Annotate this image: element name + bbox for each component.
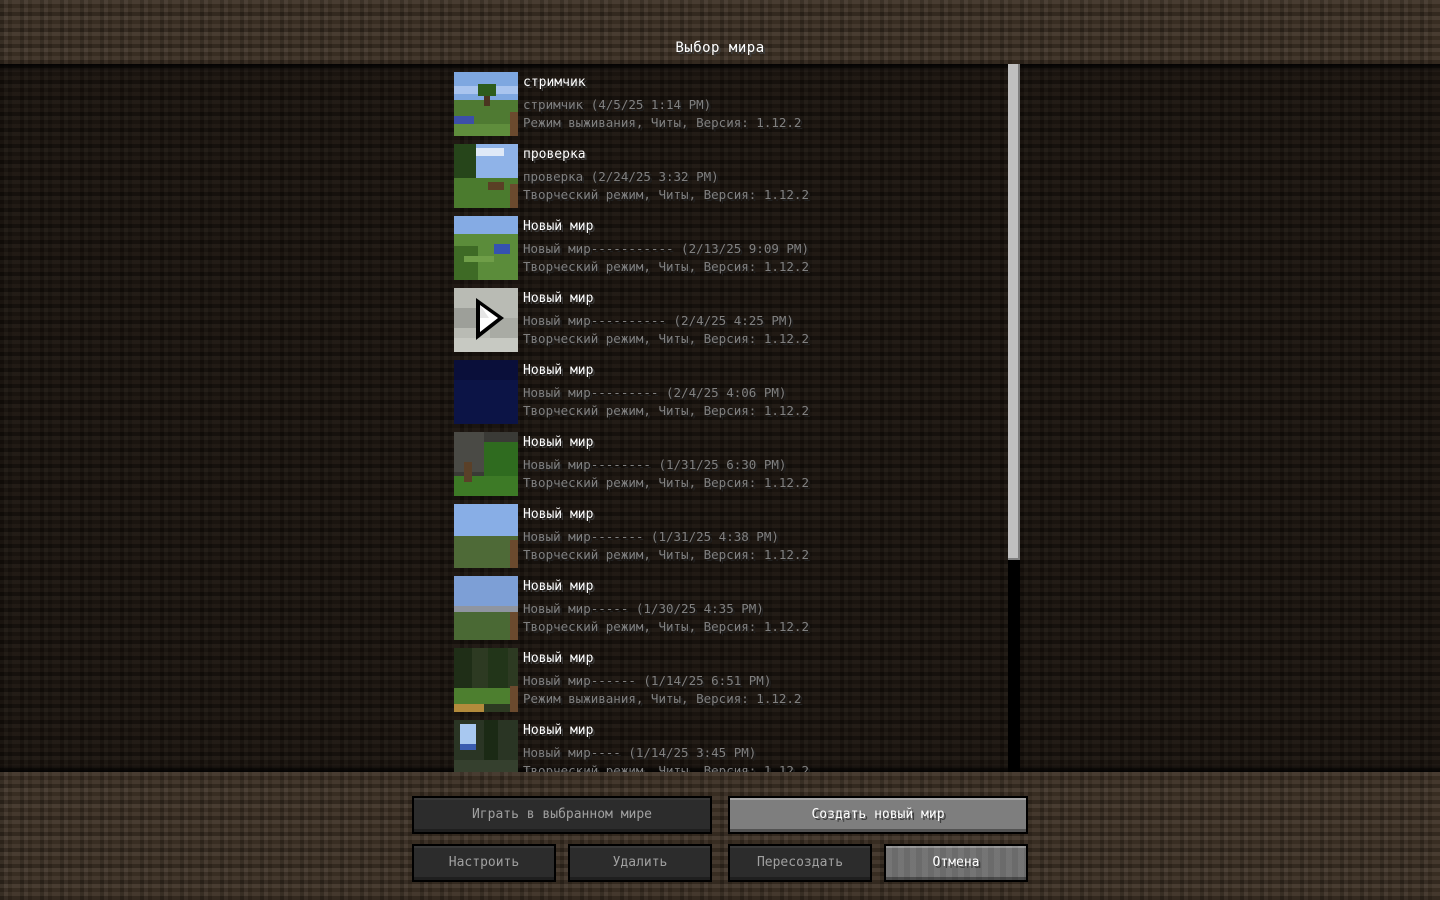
world-row[interactable]: Новый мир Новый мир----- (1/30/25 4:35 P… (452, 568, 1008, 640)
world-name: проверка (523, 147, 586, 162)
play-selected-world-button[interactable]: Играть в выбранном мире (412, 796, 712, 834)
world-mode: Творческий режим, Читы, Версия: 1.12.2 (523, 763, 809, 772)
world-mode: Режим выживания, Читы, Версия: 1.12.2 (523, 115, 802, 130)
edit-world-button[interactable]: Настроить (412, 844, 556, 882)
world-mode: Творческий режим, Читы, Версия: 1.12.2 (523, 619, 809, 634)
world-detail: Новый мир------- (1/31/25 4:38 PM) (523, 529, 779, 544)
world-row[interactable]: Новый мир Новый мир------ (1/14/25 6:51 … (452, 640, 1008, 712)
world-row[interactable]: Новый мир Новый мир-------- (1/31/25 6:3… (452, 424, 1008, 496)
footer-background (0, 772, 1440, 900)
world-name: Новый мир (523, 579, 594, 594)
world-thumbnail (454, 504, 518, 568)
page-title: Выбор мира (675, 40, 765, 56)
cancel-button[interactable]: Отмена (884, 844, 1028, 882)
recreate-world-button[interactable]: Пересоздать (728, 844, 872, 882)
world-detail: Новый мир---------- (2/4/25 4:25 PM) (523, 313, 794, 328)
world-detail: стримчик (4/5/25 1:14 PM) (523, 97, 712, 112)
world-list[interactable]: стримчик стримчик (4/5/25 1:14 PM) Режим… (452, 64, 1008, 772)
world-mode: Режим выживания, Читы, Версия: 1.12.2 (523, 691, 802, 706)
world-row[interactable]: Новый мир Новый мир----------- (2/13/25 … (452, 208, 1008, 280)
world-thumbnail (454, 216, 518, 280)
world-row[interactable]: Новый мир Новый мир--------- (2/4/25 4:0… (452, 352, 1008, 424)
world-row[interactable]: стримчик стримчик (4/5/25 1:14 PM) Режим… (452, 64, 1008, 136)
world-thumbnail (454, 432, 518, 496)
create-new-world-button[interactable]: Создать новый мир (728, 796, 1028, 834)
world-thumbnail (454, 72, 518, 136)
delete-world-button[interactable]: Удалить (568, 844, 712, 882)
world-name: стримчик (523, 75, 586, 90)
world-mode: Творческий режим, Читы, Версия: 1.12.2 (523, 547, 809, 562)
world-mode: Творческий режим, Читы, Версия: 1.12.2 (523, 475, 809, 490)
world-name: Новый мир (523, 723, 594, 738)
world-detail: проверка (2/24/25 3:32 PM) (523, 169, 719, 184)
world-mode: Творческий режим, Читы, Версия: 1.12.2 (523, 403, 809, 418)
world-mode: Творческий режим, Читы, Версия: 1.12.2 (523, 259, 809, 274)
world-name: Новый мир (523, 219, 594, 234)
world-thumbnail (454, 288, 518, 352)
world-mode: Творческий режим, Читы, Версия: 1.12.2 (523, 187, 809, 202)
world-name: Новый мир (523, 291, 594, 306)
world-detail: Новый мир--------- (2/4/25 4:06 PM) (523, 385, 787, 400)
world-detail: Новый мир-------- (1/31/25 6:30 PM) (523, 457, 787, 472)
world-name: Новый мир (523, 363, 594, 378)
world-thumbnail (454, 360, 518, 424)
world-row[interactable]: Новый мир Новый мир------- (1/31/25 4:38… (452, 496, 1008, 568)
world-select-screen: Выбор мира стримчик стримчик (4/5/25 1:1… (0, 0, 1440, 900)
world-detail: Новый мир---- (1/14/25 3:45 PM) (523, 745, 757, 760)
world-mode: Творческий режим, Читы, Версия: 1.12.2 (523, 331, 809, 346)
world-detail: Новый мир------ (1/14/25 6:51 PM) (523, 673, 772, 688)
world-thumbnail (454, 144, 518, 208)
world-name: Новый мир (523, 507, 594, 522)
world-name: Новый мир (523, 651, 594, 666)
world-detail: Новый мир----- (1/30/25 4:35 PM) (523, 601, 764, 616)
world-thumbnail (454, 648, 518, 712)
world-row[interactable]: Новый мир Новый мир---- (1/14/25 3:45 PM… (452, 712, 1008, 772)
world-detail: Новый мир----------- (2/13/25 9:09 PM) (523, 241, 809, 256)
scrollbar-thumb[interactable] (1008, 64, 1020, 560)
world-thumbnail (454, 720, 518, 772)
world-row[interactable]: Новый мир Новый мир---------- (2/4/25 4:… (452, 280, 1008, 352)
world-name: Новый мир (523, 435, 594, 450)
world-row[interactable]: проверка проверка (2/24/25 3:32 PM) Твор… (452, 136, 1008, 208)
world-thumbnail (454, 576, 518, 640)
